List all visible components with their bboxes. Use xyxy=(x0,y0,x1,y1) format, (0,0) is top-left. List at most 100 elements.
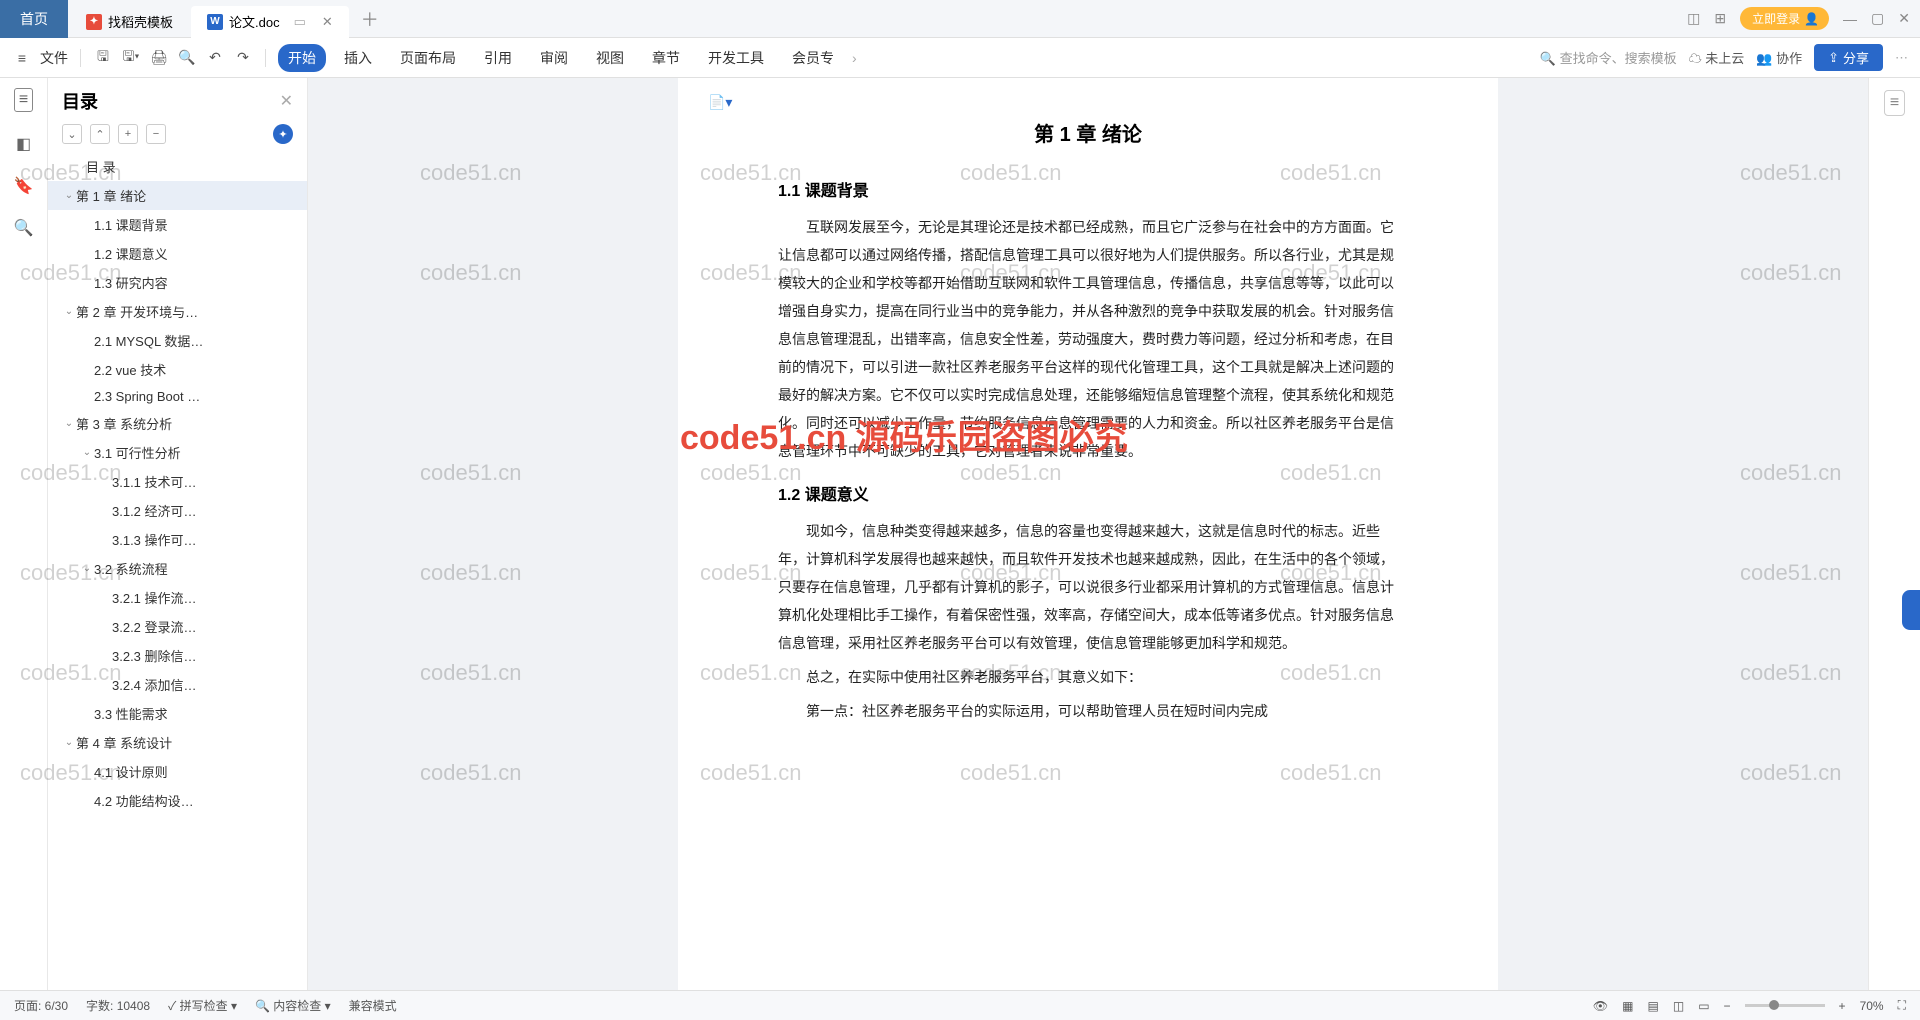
titlebar: 首页 ✦ 找稻壳模板 W 论文.doc ▭ ✕ ＋ ◫ ⊞ 立即登录 👤 — ▢… xyxy=(0,0,1920,38)
eye-icon[interactable]: 👁 xyxy=(1593,999,1608,1013)
word-icon: W xyxy=(207,14,223,30)
outline-item[interactable]: 3.2.4 添加信… xyxy=(48,670,307,699)
outline-item[interactable]: 4.1 设计原则 xyxy=(48,757,307,786)
ribbon-tab-chapter[interactable]: 章节 xyxy=(642,44,690,72)
outline-item[interactable]: ⌄3.2 系统流程 xyxy=(48,554,307,583)
close-icon[interactable]: ✕ xyxy=(322,14,333,30)
ribbon-tab-references[interactable]: 引用 xyxy=(474,44,522,72)
outline-item[interactable]: 3.1.2 经济可… xyxy=(48,496,307,525)
search-box[interactable]: 🔍 查找命令、搜索模板 xyxy=(1540,48,1677,67)
fit-icon[interactable]: ⛶ xyxy=(1898,998,1906,1013)
collab-button[interactable]: 👥 协作 xyxy=(1756,48,1802,67)
outline-item[interactable]: ⌄第 2 章 开发环境与… xyxy=(48,297,307,326)
docx-icon: ✦ xyxy=(86,14,102,30)
outline-panel: 目录 ✕ ⌄ ⌃ + − ✦ 目 录⌄第 1 章 绪论1.1 课题背景1.2 课… xyxy=(48,78,308,990)
document-area[interactable]: 📄▾ 第 1 章 绪论 1.1 课题背景 互联网发展至今，无论是其理论还是技术都… xyxy=(308,78,1868,990)
outline-item[interactable]: 2.2 vue 技术 xyxy=(48,355,307,384)
remove-item-icon[interactable]: − xyxy=(146,124,166,144)
tab-window-icon[interactable]: ▭ xyxy=(294,14,306,30)
outline-item[interactable]: 3.1.3 操作可… xyxy=(48,525,307,554)
search-icon[interactable]: 🔍 xyxy=(14,218,34,238)
section-1-1: 1.1 课题背景 xyxy=(778,177,1398,201)
save-as-icon[interactable]: 🖫▾ xyxy=(121,46,141,70)
spellcheck-toggle[interactable]: ✓ 拼写检查 ▾ xyxy=(168,997,237,1014)
zoom-out-icon[interactable]: − xyxy=(1724,999,1731,1013)
outline-item[interactable]: 3.2.1 操作流… xyxy=(48,583,307,612)
page-indicator[interactable]: 页面: 6/30 xyxy=(14,997,68,1014)
compat-mode: 兼容模式 xyxy=(349,997,397,1014)
outline-badge-icon[interactable]: ✦ xyxy=(273,124,293,144)
doc-tag-icon[interactable]: 📄▾ xyxy=(708,94,732,111)
ribbon-tab-member[interactable]: 会员专 xyxy=(782,44,844,72)
save-icon[interactable]: 🖫 xyxy=(93,46,113,70)
view-web-icon[interactable]: ▤ xyxy=(1648,999,1659,1013)
outline-item[interactable]: ⌄第 3 章 系统分析 xyxy=(48,409,307,438)
outline-close-icon[interactable]: ✕ xyxy=(280,91,293,111)
outline-item[interactable]: 4.2 功能结构设… xyxy=(48,786,307,815)
ribbon-tab-review[interactable]: 审阅 xyxy=(530,44,578,72)
nav-icon[interactable]: ◧ xyxy=(16,134,31,154)
outline-item[interactable]: 1.2 课题意义 xyxy=(48,239,307,268)
rail-menu-icon[interactable]: ≡ xyxy=(1884,90,1905,116)
ribbon-more-icon[interactable]: › xyxy=(852,50,857,66)
layout-icon[interactable]: ◫ xyxy=(1687,10,1700,27)
ribbon-tab-devtools[interactable]: 开发工具 xyxy=(698,44,774,72)
grid-icon[interactable]: ⊞ xyxy=(1714,10,1726,27)
close-window-icon[interactable]: ✕ xyxy=(1898,10,1910,27)
outline-item[interactable]: 2.1 MYSQL 数据… xyxy=(48,326,307,355)
undo-icon[interactable]: ↶ xyxy=(205,49,225,66)
preview-icon[interactable]: 🔍 xyxy=(177,49,197,66)
outline-item[interactable]: 2.3 Spring Boot … xyxy=(48,384,307,409)
content-check-toggle[interactable]: 🔍 内容检查 ▾ xyxy=(255,997,331,1014)
tab-document[interactable]: W 论文.doc ▭ ✕ xyxy=(191,6,349,38)
redo-icon[interactable]: ↷ xyxy=(233,49,253,66)
ribbon-overflow-icon[interactable]: ⋯ xyxy=(1895,50,1908,66)
share-button[interactable]: ⇪ 分享 xyxy=(1814,44,1883,71)
cloud-status[interactable]: ☁ 未上云 xyxy=(1689,48,1745,67)
outline-item[interactable]: 3.2.3 删除信… xyxy=(48,641,307,670)
ribbon-tab-start[interactable]: 开始 xyxy=(278,44,326,72)
side-tab[interactable] xyxy=(1902,590,1920,630)
login-button[interactable]: 立即登录 👤 xyxy=(1740,7,1829,30)
maximize-icon[interactable]: ▢ xyxy=(1871,10,1884,27)
word-count[interactable]: 字数: 10408 xyxy=(86,997,150,1014)
outline-item[interactable]: 3.1.1 技术可… xyxy=(48,467,307,496)
outline-item[interactable]: 3.2.2 登录流… xyxy=(48,612,307,641)
tab-template[interactable]: ✦ 找稻壳模板 xyxy=(70,6,189,38)
document-page: 第 1 章 绪论 1.1 课题背景 互联网发展至今，无论是其理论还是技术都已经成… xyxy=(678,78,1498,990)
print-icon[interactable]: 🖨 xyxy=(149,49,169,66)
tab-add[interactable]: ＋ xyxy=(361,6,379,32)
outline-item[interactable]: 目 录 xyxy=(48,152,307,181)
outline-item[interactable]: 3.3 性能需求 xyxy=(48,699,307,728)
ribbon-tab-insert[interactable]: 插入 xyxy=(334,44,382,72)
right-rail: ≡ xyxy=(1868,78,1920,990)
chapter-heading: 第 1 章 绪论 xyxy=(778,118,1398,147)
expand-all-icon[interactable]: ⌃ xyxy=(90,124,110,144)
add-item-icon[interactable]: + xyxy=(118,124,138,144)
bookmark-icon[interactable]: 🔖 xyxy=(14,176,34,196)
outline-item[interactable]: ⌄第 1 章 绪论 xyxy=(48,181,307,210)
ribbon-tab-layout[interactable]: 页面布局 xyxy=(390,44,466,72)
ribbon-tab-view[interactable]: 视图 xyxy=(586,44,634,72)
sidebar-icons: ≡ ◧ 🔖 🔍 xyxy=(0,78,48,990)
menu-icon[interactable]: ≡ xyxy=(12,50,32,66)
outline-list: 目 录⌄第 1 章 绪论1.1 课题背景1.2 课题意义1.3 研究内容⌄第 2… xyxy=(48,152,307,990)
zoom-in-icon[interactable]: + xyxy=(1839,999,1846,1013)
outline-item[interactable]: ⌄第 4 章 系统设计 xyxy=(48,728,307,757)
outline-item[interactable]: ⌄3.1 可行性分析 xyxy=(48,438,307,467)
minimize-icon[interactable]: — xyxy=(1843,11,1857,27)
tab-home[interactable]: 首页 xyxy=(0,0,68,38)
zoom-slider[interactable] xyxy=(1745,1004,1825,1007)
outline-item[interactable]: 1.1 课题背景 xyxy=(48,210,307,239)
paragraph: 互联网发展至今，无论是其理论还是技术都已经成熟，而且它广泛参与在社会中的方方面面… xyxy=(778,213,1398,465)
ribbon: ≡ 文件 🖫 🖫▾ 🖨 🔍 ↶ ↷ 开始 插入 页面布局 引用 审阅 视图 章节… xyxy=(0,38,1920,78)
outline-item[interactable]: 1.3 研究内容 xyxy=(48,268,307,297)
view-read-icon[interactable]: ▭ xyxy=(1698,999,1709,1013)
tab-label: 找稻壳模板 xyxy=(108,12,173,31)
view-page-icon[interactable]: ▦ xyxy=(1622,999,1633,1013)
view-outline-icon[interactable]: ◫ xyxy=(1673,999,1684,1013)
outline-icon[interactable]: ≡ xyxy=(14,88,33,112)
collapse-all-icon[interactable]: ⌄ xyxy=(62,124,82,144)
zoom-level[interactable]: 70% xyxy=(1860,999,1884,1013)
file-menu[interactable]: 文件 xyxy=(40,48,68,68)
